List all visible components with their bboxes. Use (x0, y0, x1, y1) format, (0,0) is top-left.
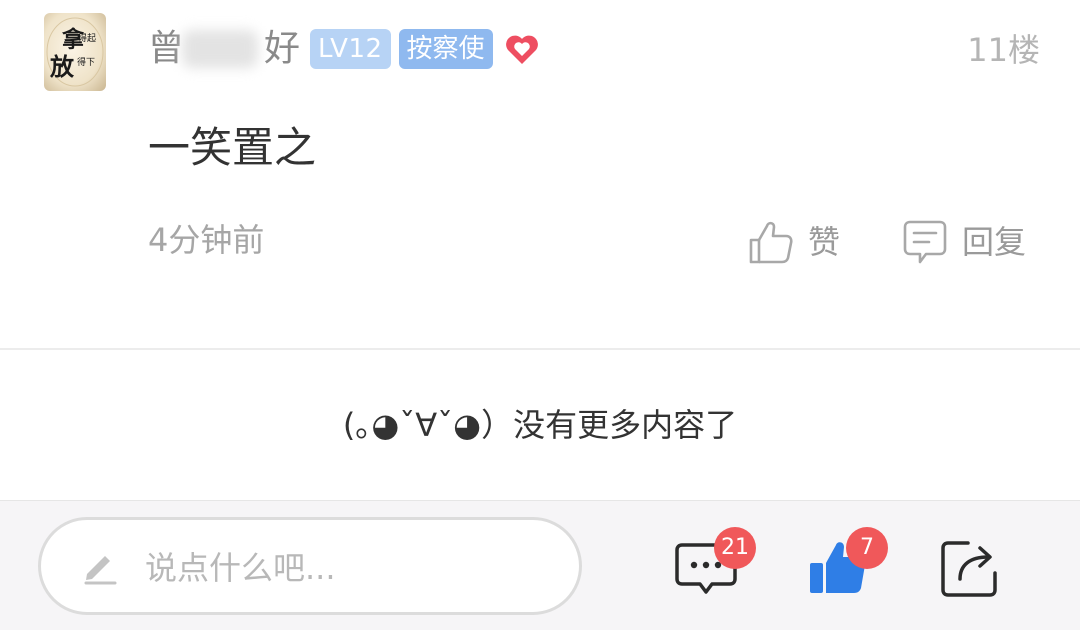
comment-input-placeholder: 说点什么吧... (145, 549, 336, 587)
like-count-badge: 7 (846, 527, 888, 569)
bottom-bar: 说点什么吧... 21 7 (0, 500, 1080, 630)
role-badge: 按察使 (398, 29, 493, 69)
comment-input[interactable]: 说点什么吧... (38, 517, 582, 615)
user-info-row: 曾好 LV12 按察使 (148, 26, 541, 72)
avatar[interactable]: 拿 得起 放 得下 (44, 13, 106, 91)
svg-text:放: 放 (49, 52, 75, 81)
comment-count-badge: 21 (714, 527, 756, 569)
comment-time: 4分钟前 (148, 221, 265, 259)
share-button[interactable] (938, 537, 1002, 601)
like-button[interactable]: 赞 (748, 216, 840, 268)
comments-button[interactable]: 21 (674, 527, 756, 601)
svg-text:得下: 得下 (77, 56, 95, 68)
comment-text[interactable]: 一笑置之 (148, 120, 316, 176)
username-redaction (182, 30, 258, 68)
like-label: 赞 (808, 223, 841, 261)
comment-item: 拿 得起 放 得下 曾好 LV12 按察使 11楼 一笑置之 4分钟前 赞 回复 (0, 0, 1080, 348)
thumbs-up-icon (749, 221, 793, 264)
svg-text:得起: 得起 (78, 32, 96, 44)
username[interactable]: 曾好 (148, 26, 300, 72)
heart-icon (505, 35, 538, 64)
reply-bubble-icon (903, 220, 947, 264)
reply-button[interactable]: 回复 (902, 216, 1026, 268)
level-badge: LV12 (310, 29, 391, 69)
avatar-calligraphy-image: 拿 得起 放 得下 (46, 17, 104, 87)
divider (0, 348, 1080, 350)
reply-label: 回复 (962, 223, 1027, 261)
no-more-content-message: (｡◕ˇ∀ˇ◕）没有更多内容了 (342, 406, 738, 444)
floor-number: 11楼 (967, 31, 1040, 69)
share-icon (941, 541, 997, 597)
pencil-icon (84, 556, 117, 585)
likes-button[interactable]: 7 (806, 527, 888, 601)
